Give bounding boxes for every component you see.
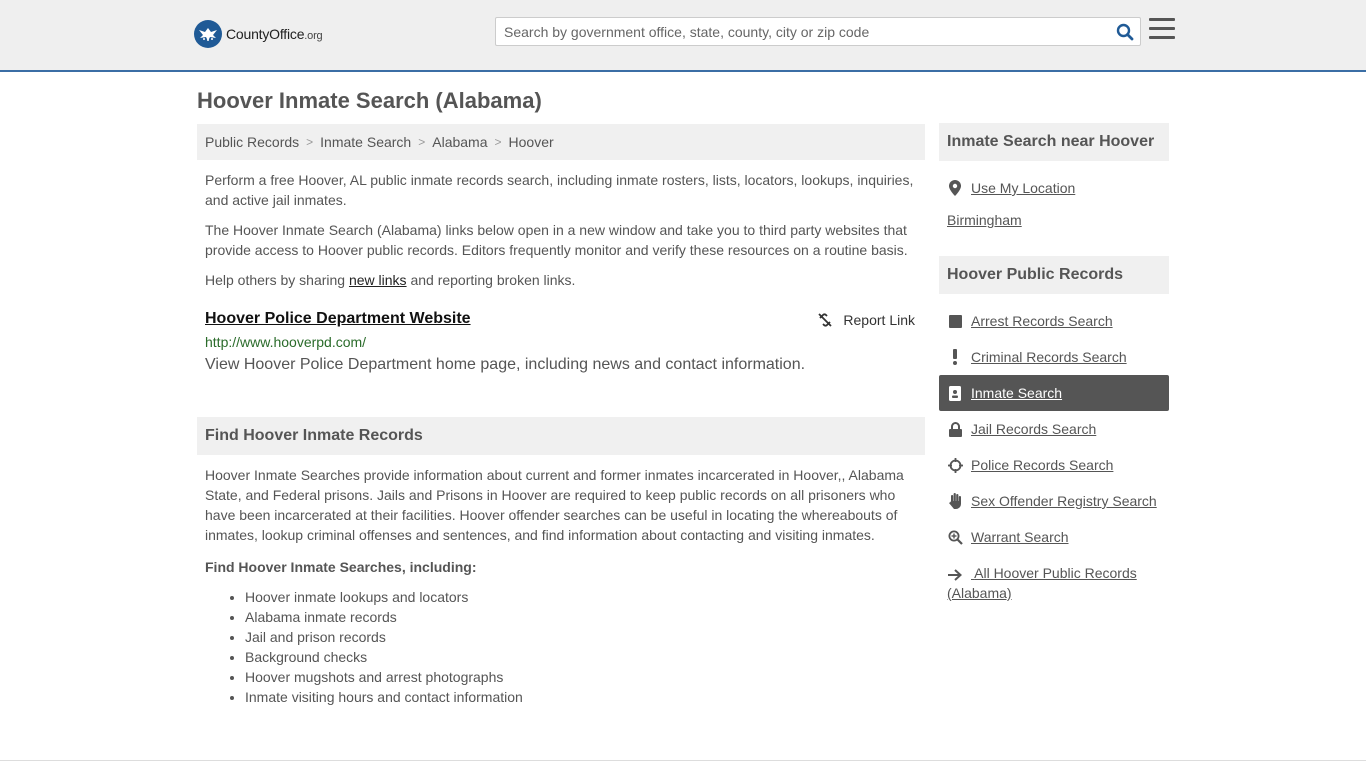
breadcrumb-alabama[interactable]: Alabama bbox=[432, 134, 487, 150]
list-item: Jail and prison records bbox=[245, 627, 925, 647]
sidebar-item-warrant-search[interactable]: Warrant Search bbox=[939, 519, 1169, 555]
breadcrumb-separator: > bbox=[494, 135, 502, 149]
nearby-heading: Inmate Search near Hoover bbox=[939, 123, 1169, 161]
sidebar-item-inmate-search[interactable]: Inmate Search bbox=[939, 375, 1169, 411]
search-plus-icon bbox=[947, 529, 963, 545]
list-item: Hoover inmate lookups and locators bbox=[245, 587, 925, 607]
breadcrumb-hoover[interactable]: Hoover bbox=[509, 134, 554, 150]
search-types-list: Hoover inmate lookups and locators Alaba… bbox=[197, 587, 925, 707]
sidebar-item-sex-offender-registry[interactable]: Sex Offender Registry Search bbox=[939, 483, 1169, 519]
page-title: Hoover Inmate Search (Alabama) bbox=[197, 88, 542, 113]
sidebar-item-police-records[interactable]: Police Records Search bbox=[939, 447, 1169, 483]
broken-link-icon bbox=[818, 313, 833, 327]
result-url[interactable]: http://www.hooverpd.com/ bbox=[205, 334, 917, 350]
search-icon bbox=[1116, 23, 1134, 40]
countyoffice-logo[interactable]: CountyOffice.org bbox=[194, 20, 323, 48]
result-description: View Hoover Police Department home page,… bbox=[205, 356, 806, 373]
crosshair-icon bbox=[947, 457, 963, 473]
exclamation-icon bbox=[947, 349, 963, 365]
result-title-link[interactable]: Hoover Police Department Website bbox=[205, 310, 471, 328]
use-my-location-link[interactable]: Use My Location bbox=[939, 170, 1169, 206]
find-records-heading: Find Hoover Inmate Records bbox=[197, 417, 925, 455]
breadcrumb-inmate-search[interactable]: Inmate Search bbox=[320, 134, 411, 150]
main-content: Perform a free Hoover, AL public inmate … bbox=[197, 170, 925, 707]
logo-text: CountyOffice.org bbox=[226, 26, 323, 42]
all-public-records-link[interactable]: All Hoover Public Records (Alabama) bbox=[939, 555, 1169, 603]
share-paragraph: Help others by sharing new links and rep… bbox=[205, 272, 576, 288]
sidebar: Inmate Search near Hoover Use My Locatio… bbox=[939, 123, 1169, 603]
eagle-seal-icon bbox=[194, 20, 222, 48]
list-item: Alabama inmate records bbox=[245, 607, 925, 627]
breadcrumb-public-records[interactable]: Public Records bbox=[205, 134, 299, 150]
list-item: Background checks bbox=[245, 647, 925, 667]
sidebar-item-arrest-records[interactable]: Arrest Records Search bbox=[939, 303, 1169, 339]
report-link-button[interactable]: Report Link bbox=[817, 312, 915, 328]
intro-paragraph: Perform a free Hoover, AL public inmate … bbox=[205, 172, 914, 208]
footer-divider bbox=[0, 760, 1366, 761]
hand-icon bbox=[947, 493, 963, 509]
new-links-link[interactable]: new links bbox=[349, 272, 407, 288]
list-item: Inmate visiting hours and contact inform… bbox=[245, 687, 925, 707]
sidebar-item-jail-records[interactable]: Jail Records Search bbox=[939, 411, 1169, 447]
id-badge-icon bbox=[947, 385, 963, 401]
map-marker-icon bbox=[947, 180, 963, 196]
find-records-paragraph: Hoover Inmate Searches provide informati… bbox=[205, 467, 904, 543]
list-item: Hoover mugshots and arrest photographs bbox=[245, 667, 925, 687]
search-input[interactable] bbox=[496, 18, 1110, 45]
square-icon bbox=[947, 313, 963, 329]
search-button[interactable] bbox=[1110, 18, 1140, 45]
site-search bbox=[495, 17, 1141, 46]
breadcrumb-separator: > bbox=[306, 135, 314, 149]
disclaimer-paragraph: The Hoover Inmate Search (Alabama) links… bbox=[205, 222, 908, 258]
arrow-right-icon bbox=[947, 567, 963, 583]
breadcrumb-separator: > bbox=[418, 135, 426, 149]
result-item: Hoover Police Department Website Report … bbox=[197, 310, 925, 374]
site-header: CountyOffice.org bbox=[0, 0, 1366, 72]
find-searches-subheading: Find Hoover Inmate Searches, including: bbox=[205, 559, 477, 575]
sidebar-item-criminal-records[interactable]: Criminal Records Search bbox=[939, 339, 1169, 375]
hamburger-menu-icon[interactable] bbox=[1149, 18, 1175, 42]
lock-icon bbox=[947, 421, 963, 437]
public-records-heading: Hoover Public Records bbox=[939, 256, 1169, 294]
breadcrumb: Public Records > Inmate Search > Alabama… bbox=[197, 124, 925, 160]
nearby-city-birmingham[interactable]: Birmingham bbox=[939, 212, 1169, 228]
